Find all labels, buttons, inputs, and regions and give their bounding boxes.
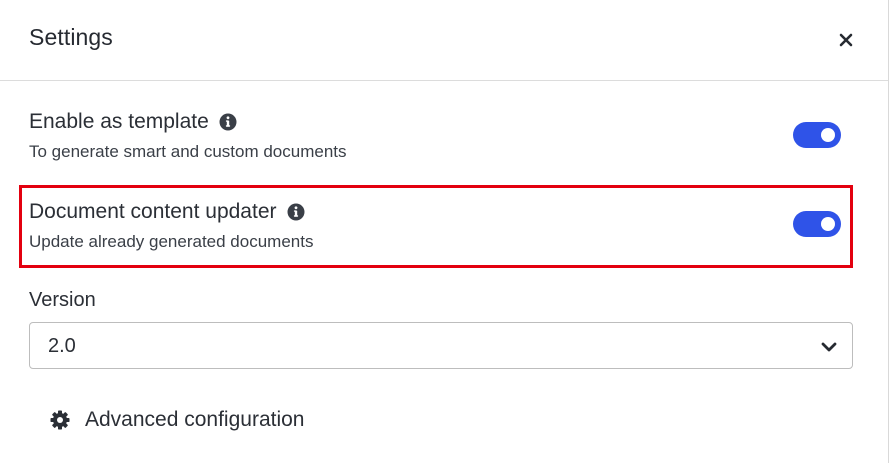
- toggle-enable-as-template[interactable]: [793, 122, 841, 148]
- setting-description: To generate smart and custom documents: [29, 142, 347, 161]
- advanced-configuration-label: Advanced configuration: [85, 408, 305, 431]
- close-button[interactable]: [832, 26, 860, 54]
- toggle-knob: [821, 217, 835, 231]
- toggle-knob: [821, 128, 835, 142]
- setting-enable-as-template: Enable as template To generate smart and…: [29, 108, 841, 162]
- settings-header: Settings: [0, 0, 888, 81]
- setting-description: Update already generated documents: [29, 232, 314, 251]
- settings-title: Settings: [29, 24, 113, 50]
- setting-label: Enable as template: [29, 110, 209, 133]
- setting-document-content-updater: Document content updater Update already …: [29, 198, 841, 252]
- gear-icon: [50, 410, 70, 430]
- version-select[interactable]: 2.0: [29, 322, 853, 369]
- settings-panel: Settings Enable as template To generate …: [0, 0, 889, 463]
- toggle-document-content-updater[interactable]: [793, 211, 841, 237]
- setting-label: Document content updater: [29, 200, 277, 223]
- advanced-configuration-button[interactable]: Advanced configuration: [50, 408, 305, 432]
- version-select-value: 2.0: [48, 335, 76, 357]
- close-icon: [839, 33, 853, 47]
- version-label: Version: [29, 289, 96, 311]
- info-icon[interactable]: [287, 203, 305, 221]
- info-icon[interactable]: [219, 113, 237, 131]
- chevron-down-icon: [821, 342, 837, 352]
